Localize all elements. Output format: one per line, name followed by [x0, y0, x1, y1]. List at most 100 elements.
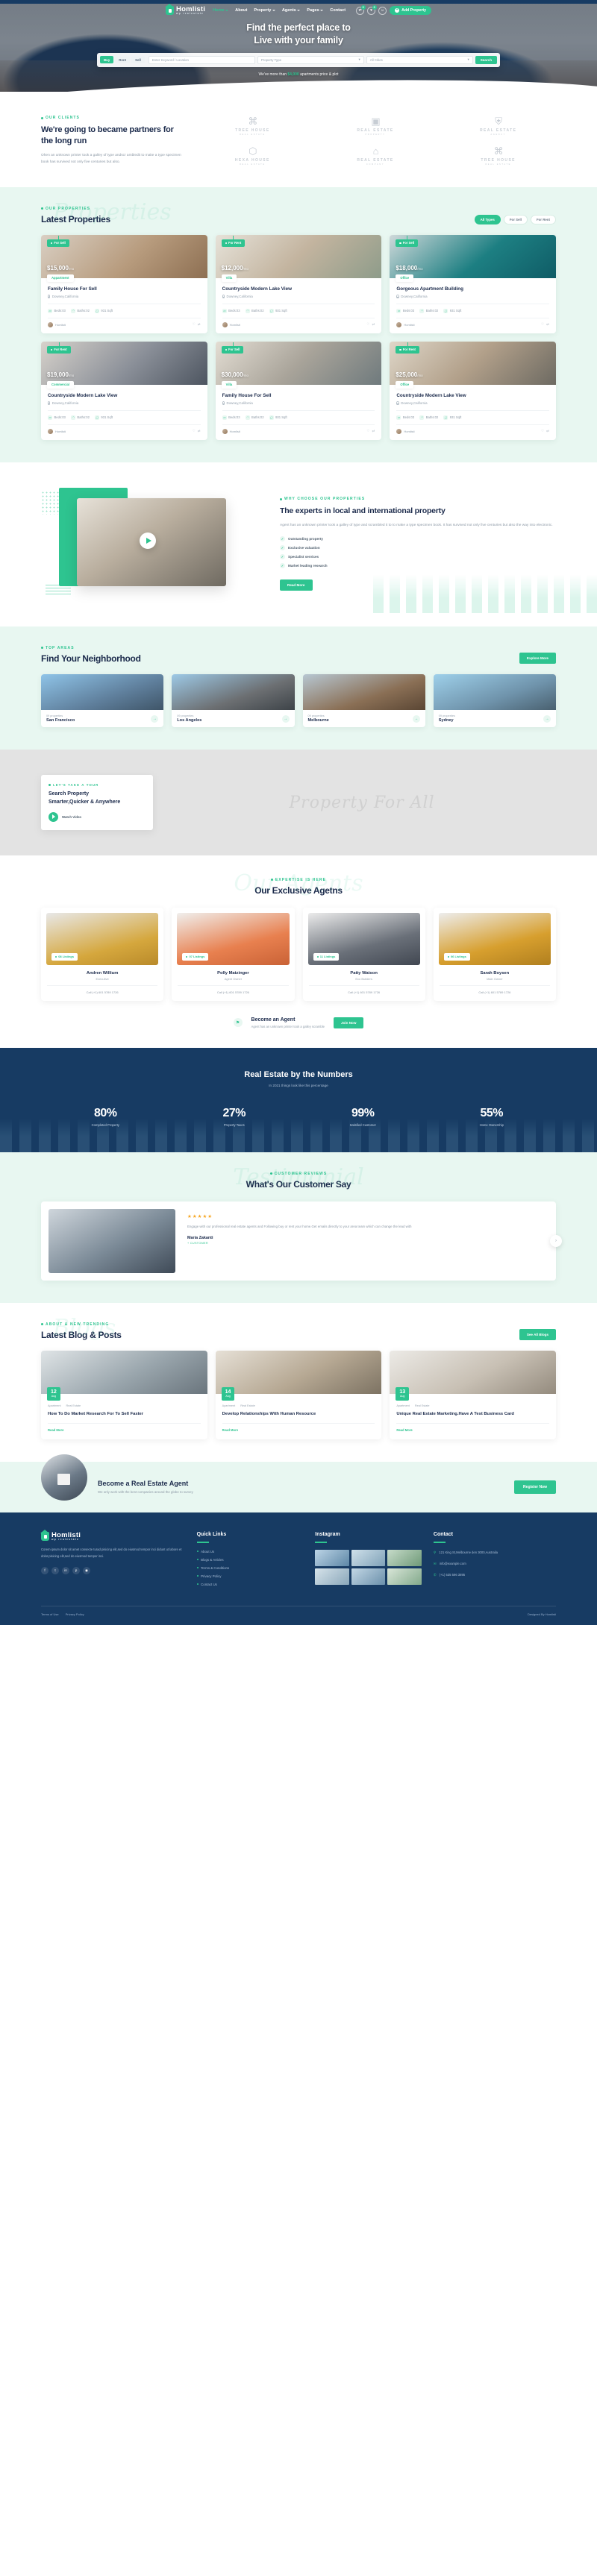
neighborhood-explore-button[interactable]: Explore More	[519, 652, 556, 664]
blog-post-title[interactable]: Unique Real Estate Marketing.Have A Test…	[396, 1411, 549, 1418]
agent-phone[interactable]: Call (+1) 601 5789 1726	[178, 984, 289, 994]
agent-card[interactable]: 07 Listings Polly Matzinger Agent Owner Ca…	[172, 907, 295, 1001]
blog-read-more[interactable]: Read More	[222, 1422, 375, 1432]
agent-phone[interactable]: Call (+1) 601 5789 1726	[47, 984, 158, 994]
search-tab-rent[interactable]: Rent	[115, 56, 131, 64]
wishlist-heart-icon[interactable]: ♡	[541, 322, 544, 327]
arrow-right-icon[interactable]: →	[281, 714, 290, 723]
property-title[interactable]: Countryside Modern Lake View	[48, 393, 201, 398]
compare-icon[interactable]: ⇄	[198, 429, 201, 433]
arrow-right-icon[interactable]: →	[412, 714, 420, 723]
site-logo[interactable]: Homlisti wp realestate	[165, 3, 205, 16]
blog-meta: Apartment Real Estate	[396, 1404, 430, 1407]
property-title[interactable]: Family House For Sell	[48, 286, 201, 292]
privacy-link[interactable]: Privacy Policy	[66, 1612, 84, 1616]
property-card[interactable]: For Rent $25,000/mo Office Countryside M…	[390, 341, 556, 440]
filter-for-rent[interactable]: For Rent	[530, 214, 556, 224]
nav-item-home[interactable]: Home	[213, 8, 229, 13]
footer-link[interactable]: Blogs & Articles	[197, 1558, 304, 1562]
blog-card[interactable]: 12 Aug Apartment Real Estate How To Do Mark…	[41, 1350, 207, 1439]
wishlist-heart-icon[interactable]: ♡	[193, 429, 196, 433]
search-property-type-select[interactable]: Property Type ▾	[257, 55, 364, 64]
compare-icon[interactable]: ⇄	[546, 429, 549, 433]
footer-link[interactable]: Terms & Conditions	[197, 1566, 304, 1570]
filter-for-sell[interactable]: For Sell	[503, 214, 528, 224]
promo-watch-video[interactable]: Watch Video	[49, 811, 146, 822]
property-card[interactable]: For Sell $18,000/mo Office Gorgeous Apar…	[390, 234, 556, 333]
wishlist-heart-icon[interactable]: ♡	[366, 322, 369, 327]
search-tab-sell[interactable]: Sell	[131, 56, 145, 64]
arrow-right-icon[interactable]: →	[151, 714, 159, 723]
join-now-button[interactable]: Join Now	[334, 1017, 364, 1028]
blog-read-more[interactable]: Read More	[396, 1422, 549, 1432]
agent-phone[interactable]: Call (+1) 601 5789 1726	[439, 984, 550, 994]
instagram-thumb[interactable]	[315, 1549, 349, 1566]
wishlist-heart-icon[interactable]: ♡	[193, 322, 196, 327]
instagram-icon[interactable]: ◉	[83, 1566, 90, 1574]
blog-read-more[interactable]: Read More	[48, 1422, 201, 1432]
agent-card[interactable]: 08 Listings Andren Willium Executive Call …	[41, 907, 164, 1001]
terms-link[interactable]: Terms of Use	[41, 1612, 59, 1616]
nav-item-agents[interactable]: Agents	[282, 8, 301, 13]
review-next-button[interactable]: ›	[550, 1234, 562, 1247]
wishlist-heart-icon[interactable]: ♥ 0	[367, 5, 377, 15]
property-title[interactable]: Family House For Sell	[222, 393, 375, 398]
nav-item-about[interactable]: About	[235, 8, 247, 13]
agent-card[interactable]: 06 Listings Sarah Boysen Main Owner Call (…	[433, 907, 556, 1001]
property-title[interactable]: Countryside Modern Lake View	[396, 393, 549, 398]
agent-phone[interactable]: Call (+1) 601 5789 1726	[308, 984, 419, 994]
property-card[interactable]: For Rent $12,000/mo Villa Countryside Mo…	[215, 234, 382, 333]
footer-link[interactable]: Privacy Policy	[197, 1574, 304, 1578]
compare-icon[interactable]: ⇄	[198, 322, 201, 327]
blog-post-title[interactable]: Develop Relationships With Human Resourc…	[222, 1411, 375, 1418]
nav-item-contact[interactable]: Contact	[330, 8, 346, 13]
neighborhood-card[interactable]: 09 properties Sydney →	[433, 673, 556, 728]
video-play-button[interactable]	[140, 532, 156, 549]
neighborhood-card[interactable]: 09 properties Los Angeles →	[172, 673, 295, 728]
search-city-select[interactable]: All Cities ▾	[366, 55, 473, 64]
blog-post-title[interactable]: How To Do Market Research For To Sell Fa…	[48, 1411, 201, 1418]
compare-icon[interactable]: ⇄	[372, 429, 375, 433]
instagram-thumb[interactable]	[351, 1549, 386, 1566]
property-card[interactable]: For Sell $30,000/mo Villa Family House F…	[215, 341, 382, 440]
footer-phone[interactable]: ✆ (+1) 535 596 3895	[434, 1572, 556, 1578]
add-property-button[interactable]: + Add Property	[390, 6, 431, 15]
agent-card[interactable]: 11 Listings Patty Watson Eco Builders Call…	[302, 907, 425, 1001]
user-account-icon[interactable]: ☺	[378, 6, 387, 15]
register-now-button[interactable]: Register Now	[514, 1480, 556, 1494]
neighborhood-card[interactable]: 09 properties Melbourne →	[302, 673, 425, 728]
compare-icon[interactable]: ⇄	[546, 322, 549, 327]
footer-logo[interactable]: Homlisti wp realestate	[40, 1529, 185, 1542]
footer-link[interactable]: About Us	[197, 1550, 304, 1554]
instagram-thumb[interactable]	[315, 1568, 349, 1585]
filter-all-types[interactable]: All Types	[474, 214, 501, 224]
instagram-thumb[interactable]	[351, 1568, 386, 1585]
linkedin-icon[interactable]: in	[62, 1566, 69, 1574]
property-card[interactable]: For Rent $19,000/mo Commercial Countrysi…	[41, 341, 207, 440]
wishlist-heart-icon[interactable]: ♡	[541, 429, 544, 433]
facebook-icon[interactable]: f	[41, 1566, 49, 1574]
blog-card[interactable]: 13 Aug Apartment Real Estate Unique Real Es…	[390, 1350, 556, 1439]
blog-card[interactable]: 14 Aug Apartment Real Estate Develop Relati…	[215, 1350, 382, 1439]
instagram-thumb[interactable]	[387, 1549, 422, 1566]
compare-icon[interactable]: ⇄ 0	[356, 5, 366, 15]
arrow-right-icon[interactable]: →	[543, 714, 551, 723]
footer-link[interactable]: Contact Us	[197, 1583, 304, 1586]
hero-search-button[interactable]: Search	[475, 55, 498, 64]
twitter-icon[interactable]: t	[51, 1566, 59, 1574]
instagram-thumb[interactable]	[387, 1568, 422, 1585]
see-all-blogs-button[interactable]: See All Blogs	[519, 1328, 556, 1340]
property-title[interactable]: Countryside Modern Lake View	[222, 286, 375, 292]
neighborhood-card[interactable]: 09 properties San Francisco →	[41, 673, 164, 728]
search-tab-buy[interactable]: Buy	[100, 56, 114, 64]
property-title[interactable]: Gorgeous Apartment Building	[396, 286, 549, 292]
pinterest-icon[interactable]: p	[72, 1566, 80, 1574]
nav-item-pages[interactable]: Pages	[307, 8, 324, 13]
property-card[interactable]: For Sell $15,000/mo Appartment Family Ho…	[41, 234, 207, 333]
footer-email[interactable]: ✉ info@example.com	[434, 1561, 556, 1567]
wishlist-heart-icon[interactable]: ♡	[366, 429, 369, 433]
nav-item-property[interactable]: Property	[254, 8, 275, 13]
experts-read-more-button[interactable]: Read More	[280, 579, 313, 591]
compare-icon[interactable]: ⇄	[372, 322, 375, 327]
search-keyword-input[interactable]: Enter Keyword / Location	[148, 55, 255, 64]
